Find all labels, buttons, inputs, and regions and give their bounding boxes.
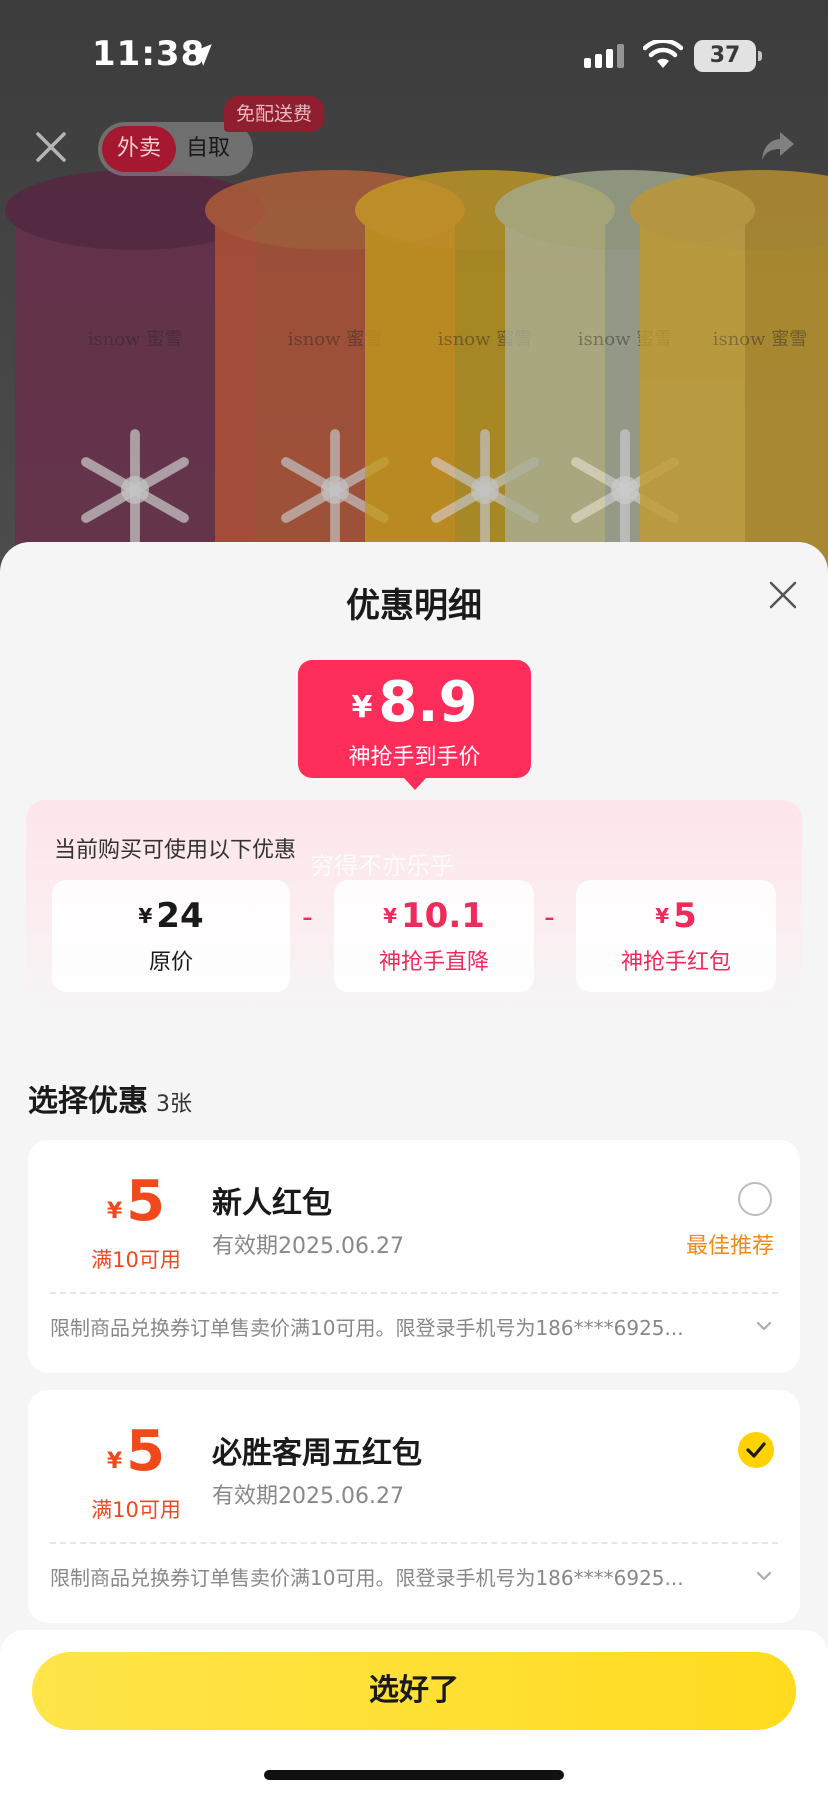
coupon-radio[interactable] [738, 1182, 772, 1216]
coupon-amount: ¥5 满10可用 [86, 1172, 186, 1274]
coupon-count: 3张 [156, 1092, 192, 1117]
status-bar: 11:38 37 [0, 0, 828, 110]
best-recommend-tag: 最佳推荐 [686, 1234, 775, 1259]
location-arrow-icon [190, 44, 212, 66]
coupon-condition: 满10可用 [91, 1498, 181, 1522]
divider [50, 1542, 778, 1544]
coupon-condition: 满10可用 [91, 1248, 181, 1272]
original-price-box: ¥24 原价 [52, 880, 290, 992]
sheet-footer: 选好了 [0, 1630, 828, 1795]
wifi-icon [643, 40, 683, 68]
chevron-down-icon[interactable] [754, 1566, 774, 1586]
share-icon[interactable] [758, 126, 798, 166]
coupon-name: 新人红包 [212, 1186, 332, 1221]
final-price-label: 神抢手到手价 [348, 745, 481, 770]
direct-discount-box: ¥10.1 神抢手直降 [334, 880, 534, 992]
select-discount-heading: 选择优惠 3张 [28, 1084, 192, 1119]
coupon-expiry: 有效期2025.06.27 [212, 1484, 404, 1509]
close-icon[interactable] [768, 580, 798, 610]
discount-detail-sheet: 优惠明细 ¥8.9 神抢手到手价 当前购买可使用以下优惠 穷得不亦乐乎 ¥24 … [0, 542, 828, 1795]
price-breakdown-panel: 当前购买可使用以下优惠 穷得不亦乐乎 ¥24 原价 - ¥10.1 神抢手直降 … [26, 800, 802, 1010]
divider [50, 1292, 778, 1294]
checkmark-icon [746, 1442, 766, 1458]
coupon-checkbox-checked[interactable] [738, 1432, 774, 1468]
coupon-amount: ¥5 满10可用 [86, 1422, 186, 1524]
breakdown-hint: 当前购买可使用以下优惠 [54, 838, 297, 863]
close-icon[interactable] [32, 128, 70, 166]
sheet-title: 优惠明细 [346, 586, 482, 626]
coupon-card[interactable]: ¥5 满10可用 必胜客周五红包 有效期2025.06.27 限制商品兑换券订单… [28, 1390, 800, 1623]
free-delivery-badge: 免配送费 [224, 96, 325, 132]
tab-delivery[interactable]: 外卖 [102, 126, 176, 172]
coupon-card[interactable]: ¥5 满10可用 新人红包 有效期2025.06.27 最佳推荐 限制商品兑换券… [28, 1140, 800, 1373]
red-packet-box: ¥5 神抢手红包 [576, 880, 776, 992]
coupon-name: 必胜客周五红包 [212, 1436, 422, 1471]
coupon-expiry: 有效期2025.06.27 [212, 1234, 404, 1259]
minus-operator: - [544, 900, 555, 935]
minus-operator: - [302, 900, 313, 935]
battery-indicator: 37 [694, 40, 762, 72]
confirm-button[interactable]: 选好了 [32, 1652, 796, 1730]
final-price-box: ¥8.9 神抢手到手价 [298, 660, 531, 790]
coupon-description: 限制商品兑换券订单售卖价满10可用。限登录手机号为186****6925... [50, 1316, 684, 1340]
top-nav: 外卖 自取 免配送费 [0, 96, 828, 190]
cellular-signal-icon [584, 44, 624, 68]
chevron-down-icon[interactable] [754, 1316, 774, 1336]
watermark-text: 穷得不亦乐乎 [310, 852, 454, 880]
drink-cup-image: isnow 蜜雪 [630, 170, 828, 600]
home-indicator [264, 1770, 564, 1780]
tab-pickup[interactable]: 自取 [186, 126, 230, 172]
coupon-description: 限制商品兑换券订单售卖价满10可用。限登录手机号为186****6925... [50, 1566, 684, 1590]
final-price-amount: 8.9 [378, 670, 478, 735]
